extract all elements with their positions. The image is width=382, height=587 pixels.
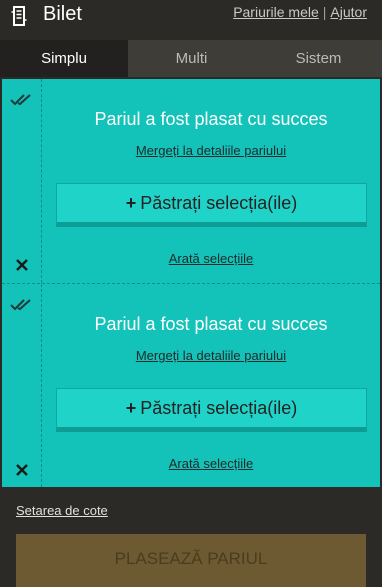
- plus-icon: +: [125, 398, 137, 418]
- show-selections-link[interactable]: Arată selecțiile: [169, 251, 254, 266]
- show-selections-link[interactable]: Arată selecțiile: [169, 456, 254, 471]
- double-check-icon: [10, 94, 31, 106]
- keep-selections-label: Păstrați selecția(ile): [140, 193, 298, 213]
- bet-slip-header: Bilet Pariurile mele | Ajutor: [0, 0, 382, 38]
- placed-bet-card: Pariul a fost plasat cu succes Mergeți l…: [2, 79, 380, 283]
- success-message: Pariul a fost plasat cu succes: [94, 109, 328, 129]
- link-separator: |: [322, 4, 327, 20]
- bet-details-link[interactable]: Mergeți la detaliile pariului: [136, 143, 286, 158]
- place-bet-button[interactable]: PLASEAZĂ PARIUL: [16, 534, 366, 587]
- placed-bets-panel: Pariul a fost plasat cu succes Mergeți l…: [2, 79, 380, 487]
- bet-status-column: [2, 79, 42, 283]
- placed-bet-card: Pariul a fost plasat cu succes Mergeți l…: [2, 283, 380, 487]
- header-links: Pariurile mele | Ajutor: [233, 4, 367, 20]
- keep-selections-label: Păstrați selecția(ile): [140, 398, 298, 418]
- keep-selections-button[interactable]: + Păstrați selecția(ile): [56, 183, 367, 227]
- success-message: Pariul a fost plasat cu succes: [94, 314, 328, 334]
- bet-details-link[interactable]: Mergeți la detaliile pariului: [136, 348, 286, 363]
- my-bets-link[interactable]: Pariurile mele: [233, 4, 319, 20]
- tab-sistem[interactable]: Sistem: [255, 40, 382, 77]
- help-link[interactable]: Ajutor: [330, 4, 367, 20]
- bet-type-tabs: Simplu Multi Sistem: [0, 40, 382, 77]
- tab-multi[interactable]: Multi: [128, 40, 255, 77]
- bet-slip-title: Bilet: [43, 3, 82, 25]
- close-icon[interactable]: [14, 462, 30, 478]
- close-icon[interactable]: [14, 257, 30, 273]
- tab-simplu[interactable]: Simplu: [0, 40, 128, 77]
- odds-setting-link[interactable]: Setarea de cote: [16, 503, 108, 518]
- keep-selections-button[interactable]: + Păstrați selecția(ile): [56, 388, 367, 432]
- plus-icon: +: [125, 193, 137, 213]
- bet-status-column: [2, 284, 42, 487]
- ticket-icon: [11, 6, 27, 26]
- double-check-icon: [10, 299, 31, 311]
